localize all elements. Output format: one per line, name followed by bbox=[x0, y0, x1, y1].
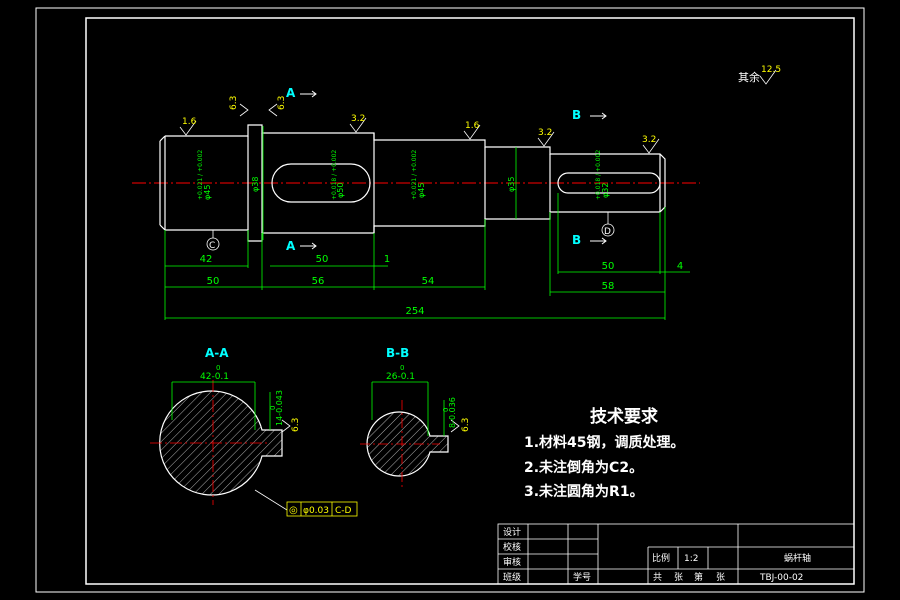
dim-len3: 54 bbox=[422, 276, 435, 287]
ra-3: 1.6 bbox=[182, 117, 197, 127]
section-aa-title: A-A bbox=[205, 346, 229, 360]
tb-design: 设计 bbox=[503, 526, 521, 538]
other-roughness-label: 其余 bbox=[738, 70, 760, 84]
tb-scale-label: 比例 bbox=[652, 552, 670, 564]
section-bb bbox=[360, 381, 449, 488]
tb-check: 校核 bbox=[503, 541, 521, 553]
dia-d4: φ45 bbox=[417, 183, 426, 198]
dia-d6: φ32 bbox=[601, 183, 610, 198]
aa-width: 42-0.1 bbox=[200, 372, 229, 382]
tb-student-no: 学号 bbox=[573, 571, 591, 583]
ra-4: 3.2 bbox=[351, 114, 365, 124]
ra-1: 6.3 bbox=[229, 96, 239, 110]
ra-other: 12.5 bbox=[761, 65, 781, 75]
engineering-drawing: 42 50 1 50 56 54 50 4 58 254 φ45 +0.021 … bbox=[35, 7, 865, 593]
section-a-top: A bbox=[286, 86, 296, 100]
ra-8: 6.3 bbox=[291, 418, 301, 432]
aa-width-tol: 0 bbox=[216, 364, 220, 372]
fcf-datum: C-D bbox=[335, 506, 352, 516]
inner-border bbox=[85, 17, 855, 585]
section-bb-title: B-B bbox=[386, 346, 409, 360]
dim-len4: 58 bbox=[602, 281, 615, 292]
tech-req-title: 技术要求 bbox=[590, 407, 658, 427]
dia-d1: φ45 bbox=[203, 185, 212, 200]
dim-total: 254 bbox=[405, 306, 424, 317]
dim-keyslot-b: 50 bbox=[602, 261, 615, 272]
dia-d1-tol: +0.021 / +0.002 bbox=[197, 150, 204, 200]
datum-d-label: D bbox=[604, 227, 611, 237]
tb-sheet-unit1: 张 bbox=[674, 572, 683, 583]
aa-key-tol: 0 bbox=[269, 406, 277, 410]
fcf-value: φ0.03 bbox=[303, 506, 329, 516]
bb-width-tol: 0 bbox=[400, 364, 404, 372]
tb-sheet-unit2: 张 bbox=[716, 572, 725, 583]
ra-5: 1.6 bbox=[465, 121, 480, 131]
dim-len6: 1 bbox=[384, 254, 390, 265]
tech-req-item-3: 3.未注圆角为R1。 bbox=[524, 484, 644, 500]
section-b-top: B bbox=[572, 108, 581, 122]
fcf-symbol: ◎ bbox=[289, 505, 298, 516]
dia-d4-tol: +0.021 / +0.002 bbox=[411, 150, 418, 200]
ra-7: 3.2 bbox=[642, 135, 656, 145]
tb-sheets-total: 共 bbox=[653, 572, 662, 583]
section-a-bottom: A bbox=[286, 239, 296, 253]
ra-9: 6.3 bbox=[461, 418, 471, 432]
dim-len5: 4 bbox=[677, 261, 683, 272]
outer-border bbox=[35, 7, 865, 593]
ra-6: 3.2 bbox=[538, 128, 552, 138]
dim-len2: 56 bbox=[312, 276, 325, 287]
section-b-bottom: B bbox=[572, 233, 581, 247]
tb-drawing-no: TBJ-00-02 bbox=[759, 573, 803, 583]
dim-keyslot-a: 50 bbox=[316, 254, 329, 265]
bb-key-tol: 0 bbox=[442, 408, 450, 412]
section-aa bbox=[150, 380, 288, 511]
dim-len1: 50 bbox=[207, 276, 220, 287]
dia-d3-tol: +0.018 / +0.002 bbox=[331, 150, 338, 200]
section-arrows bbox=[300, 90, 607, 250]
dia-d6-tol: +0.018 / +0.002 bbox=[595, 150, 602, 200]
datum-c-label: C bbox=[209, 241, 215, 251]
tech-req-item-1: 1.材料45钢，调质处理。 bbox=[524, 435, 685, 451]
tb-scale-value: 1:2 bbox=[684, 554, 698, 564]
dia-d5: φ35 bbox=[507, 177, 516, 192]
tech-req-item-2: 2.未注倒角为C2。 bbox=[524, 460, 644, 476]
dia-d2: φ38 bbox=[251, 177, 260, 192]
bb-width: 26-0.1 bbox=[386, 372, 415, 382]
tb-sheet-no: 第 bbox=[694, 571, 703, 583]
tb-class: 班级 bbox=[503, 571, 521, 583]
tb-part-name: 蜗杆轴 bbox=[784, 552, 811, 564]
tb-review: 审核 bbox=[503, 556, 521, 568]
dim-key1: 42 bbox=[200, 254, 213, 265]
